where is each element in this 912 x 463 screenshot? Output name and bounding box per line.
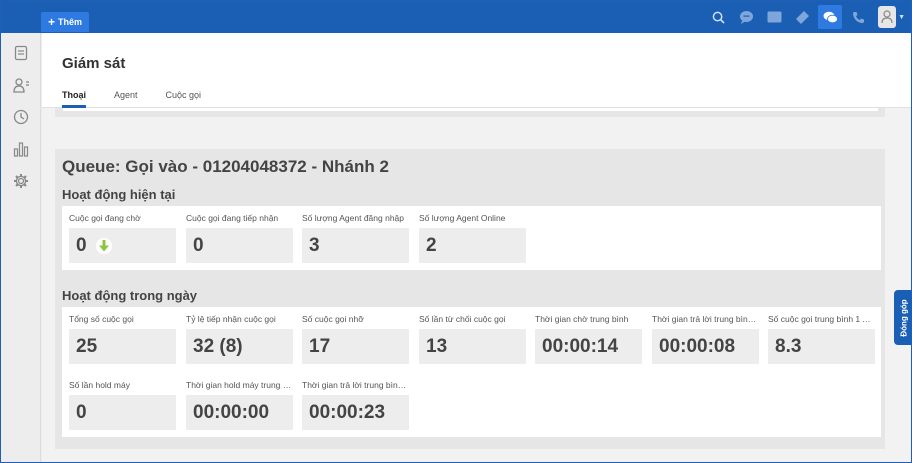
contacts-icon[interactable] (1, 69, 41, 101)
current-activity-card: Cuộc gọi đang chờ 0 Cuộc gọi đang tiếp n… (62, 206, 881, 270)
tab-thoai[interactable]: Thoại (62, 90, 86, 108)
scrollbar[interactable] (901, 108, 911, 462)
metric-value: 2 (419, 228, 526, 263)
metric-value: 8.3 (768, 329, 875, 364)
app-window: + Thêm ▼ Giám sát Thoại Agent Cuộc gọi Q… (0, 0, 912, 463)
metric-label: Số lần hold máy (69, 380, 130, 390)
metric-answer-rate: Tỷ lệ tiếp nhận cuộc gọi 32 (8) (186, 313, 293, 364)
metric-calls-waiting: Cuộc gọi đang chờ 0 (69, 212, 176, 263)
metric-value: 00:00:14 (535, 329, 642, 364)
add-button[interactable]: + Thêm (41, 12, 90, 32)
metric-total-calls: Tổng số cuộc gọi 25 (69, 313, 176, 364)
metric-label: Số cuộc gọi trung bình 1 Ag... (768, 314, 875, 324)
gear-icon[interactable] (1, 165, 41, 197)
search-icon[interactable] (704, 1, 732, 33)
queue-panel: Queue: Gọi vào - 01204048372 - Nhánh 2 H… (55, 149, 885, 449)
metric-value-box: 0 (69, 228, 176, 263)
previous-queue-card (63, 108, 878, 111)
metric-label: Thời gian chờ trung bình (535, 314, 629, 324)
metric-hold-count: Số lần hold máy 0 (69, 379, 176, 430)
top-toolbar: ▼ (704, 1, 911, 33)
metric-label: Thời gian trả lời trung bình ... (302, 380, 409, 390)
arrow-down-icon (95, 237, 112, 254)
tab-cuoc-goi[interactable]: Cuộc gọi (166, 90, 202, 108)
ticket-icon[interactable] (788, 1, 816, 33)
metric-value: 00:00:00 (186, 395, 293, 430)
metric-calls-answering: Cuộc gọi đang tiếp nhận 0 (186, 212, 293, 263)
comments-icon[interactable] (818, 5, 843, 29)
metric-agents-online: Số lượng Agent Online 2 (419, 212, 526, 263)
metric-label: Số cuộc gọi nhỡ (302, 314, 364, 324)
queue-title: Queue: Gọi vào - 01204048372 - Nhánh 2 (62, 157, 389, 176)
metric-missed-calls: Số cuộc gọi nhỡ 17 (302, 313, 409, 364)
history-icon[interactable] (1, 101, 41, 133)
metric-label: Số lần từ chối cuộc gọi (419, 314, 506, 324)
chevron-down-icon[interactable]: ▼ (898, 14, 905, 21)
metric-value: 00:00:23 (302, 395, 409, 430)
metric-label: Số lượng Agent Online (419, 213, 506, 223)
add-button-label: Thêm (58, 17, 83, 27)
metric-value: 13 (419, 329, 526, 364)
metric-label: Thời gian hold máy trung bì... (186, 380, 293, 390)
avatar-icon[interactable] (878, 6, 897, 28)
top-bar: + Thêm ▼ (1, 1, 911, 33)
metric-value: 25 (69, 329, 176, 364)
current-activity-title: Hoạt động hiện tại (62, 187, 176, 202)
metric-label: Tỷ lệ tiếp nhận cuộc gọi (186, 314, 276, 324)
metric-avg-answer-time: Thời gian trả lời trung bình ... 00:00:0… (652, 313, 759, 364)
metric-avg-wait-time: Thời gian chờ trung bình 00:00:14 (535, 313, 642, 364)
metric-label: Cuộc gọi đang chờ (69, 213, 141, 223)
metric-avg-calls-per-agent: Số cuộc gọi trung bình 1 Ag... 8.3 (768, 313, 875, 364)
plus-icon: + (48, 15, 56, 29)
page-title: Giám sát (62, 55, 126, 72)
metric-value: 0 (186, 228, 293, 263)
main-content: Giám sát Thoại Agent Cuộc gọi Queue: Gọi… (42, 33, 911, 462)
metric-agents-logged-in: Số lượng Agent đăng nhập 3 (302, 212, 409, 263)
metric-label: Cuộc gọi đang tiếp nhận (186, 213, 279, 223)
metric-value: 0 (69, 395, 176, 430)
metric-value: 17 (302, 329, 409, 364)
metric-value: 3 (302, 228, 409, 263)
metric-label: Tổng số cuộc gọi (69, 314, 134, 324)
metric-label: Số lượng Agent đăng nhập (302, 213, 405, 223)
phone-icon[interactable] (844, 1, 872, 33)
tab-agent[interactable]: Agent (114, 90, 138, 108)
sidebar (1, 33, 41, 462)
message-icon[interactable] (760, 1, 788, 33)
metric-rejections: Số lần từ chối cuộc gọi 13 (419, 313, 526, 364)
metric-value: 32 (8) (186, 329, 293, 364)
feedback-button[interactable]: Đóng góp (894, 290, 911, 345)
feedback-label: Đóng góp (899, 298, 908, 337)
document-icon[interactable] (1, 37, 41, 69)
metric-value: 0 (76, 234, 87, 256)
daily-activity-card: Tổng số cuộc gọi 25 Tỷ lệ tiếp nhận cuộc… (62, 307, 881, 437)
daily-activity-title: Hoạt động trong ngày (62, 288, 198, 303)
tab-bar: Thoại Agent Cuộc gọi (62, 90, 229, 108)
metric-avg-hold-time: Thời gian hold máy trung bì... 00:00:00 (186, 379, 293, 430)
page-header: Giám sát Thoại Agent Cuộc gọi (42, 33, 911, 108)
metric-value: 00:00:08 (652, 329, 759, 364)
chat-bubble-icon[interactable] (732, 1, 760, 33)
metric-avg-answer-time-2: Thời gian trả lời trung bình ... 00:00:2… (302, 379, 409, 430)
metric-label: Thời gian trả lời trung bình ... (652, 314, 759, 324)
chart-icon[interactable] (1, 133, 41, 165)
